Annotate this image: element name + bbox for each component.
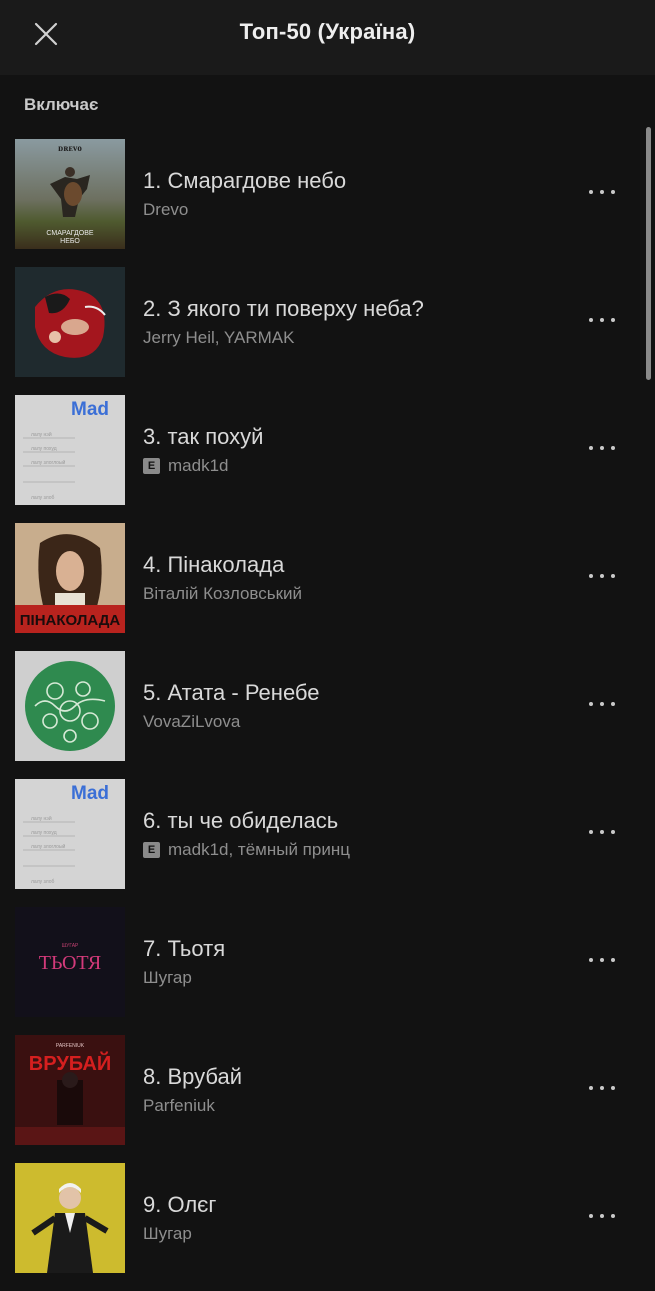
track-artist: Emadk1d, тёмный принц <box>143 840 585 860</box>
track-row[interactable]: 2. З якого ти поверху неба? Jerry Heil, … <box>0 267 655 377</box>
track-row[interactable]: PARFENIUK ВРУБАЙ 8. Врубай Parfeniuk <box>0 1035 655 1145</box>
svg-text:НЕБО: НЕБО <box>60 238 80 245</box>
track-artist: Шугар <box>143 1224 192 1243</box>
more-options-button[interactable] <box>589 307 615 333</box>
track-artist: Віталій Козловський <box>143 584 303 603</box>
more-options-button[interactable] <box>589 1075 615 1101</box>
album-cover: PARFENIUK ВРУБАЙ <box>15 1035 125 1145</box>
svg-text:лалу похуд: лалу похуд <box>31 830 57 836</box>
track-list: ᴅʀᴇᴠᴏ СМАРАГДОВЕ НЕБО 1. Смарагдове небо… <box>0 139 655 1291</box>
dot-icon <box>589 190 593 194</box>
svg-text:лалу нэй: лалу нэй <box>31 815 52 822</box>
track-title: 1. Смарагдове небо <box>143 168 347 193</box>
track-title: 9. Олєг <box>143 1192 217 1217</box>
more-options-button[interactable] <box>589 819 615 845</box>
svg-text:лалу злоб: лалу злоб <box>31 879 54 885</box>
svg-text:лалу нэй: лалу нэй <box>31 431 52 438</box>
top-bar: Топ-50 (Україна) <box>0 0 655 75</box>
track-title: 5. Атата - Ренебе <box>143 680 320 705</box>
album-cover: ШУГАР ТЬОТЯ <box>15 907 125 1017</box>
track-row[interactable]: ПІНАКОЛАДА 4. Пінаколада Віталій Козловс… <box>0 523 655 633</box>
page-title: Топ-50 (Україна) <box>239 19 416 44</box>
explicit-badge: E <box>143 842 160 858</box>
album-cover: ᴅʀᴇᴠᴏ СМАРАГДОВЕ НЕБО <box>15 139 125 249</box>
svg-text:ШУГАР: ШУГАР <box>62 943 79 949</box>
album-cover <box>15 651 125 761</box>
track-artist: Drevo <box>143 200 189 219</box>
track-artist: Шугар <box>143 968 192 987</box>
explicit-badge: E <box>143 458 160 474</box>
svg-text:ᴅʀᴇᴠᴏ: ᴅʀᴇᴠᴏ <box>58 143 82 153</box>
more-options-button[interactable] <box>589 179 615 205</box>
svg-text:лалу злоб: лалу злоб <box>31 495 54 501</box>
svg-text:PARFENIUK: PARFENIUK <box>56 1043 85 1049</box>
more-options-button[interactable] <box>589 947 615 973</box>
track-artist: VovaZiLvova <box>143 712 241 731</box>
svg-text:лалу похуд: лалу похуд <box>31 446 57 452</box>
svg-text:ВРУБАЙ: ВРУБАЙ <box>29 1051 111 1075</box>
track-title: 4. Пінаколада <box>143 552 285 577</box>
track-row[interactable]: ᴅʀᴇᴠᴏ СМАРАГДОВЕ НЕБО 1. Смарагдове небо… <box>0 139 655 249</box>
track-row[interactable]: Mad лалу нэй лалу похуд лалу злоглоый лалу… <box>0 779 655 889</box>
track-artist: Jerry Heil, YARMAK <box>143 328 295 347</box>
svg-text:лалу злоглоый: лалу злоглоый <box>31 459 66 466</box>
track-title: 6. ты че обиделась <box>143 808 339 833</box>
album-cover: ПІНАКОЛАДА <box>15 523 125 633</box>
track-row[interactable]: 5. Атата - Ренебе VovaZiLvova <box>0 651 655 761</box>
svg-text:Mad: Mad <box>71 783 109 804</box>
more-options-button[interactable] <box>589 435 615 461</box>
svg-text:Mad: Mad <box>71 399 109 420</box>
album-cover: Mad лалу нэй лалу похуд лалу злоглоый лалу… <box>15 395 125 505</box>
track-row[interactable]: ШУГАР ТЬОТЯ 7. Тьотя Шугар <box>0 907 655 1017</box>
album-cover <box>15 267 125 377</box>
svg-text:лалу злоглоый: лалу злоглоый <box>31 843 66 850</box>
track-artist: Emadk1d <box>143 456 585 476</box>
track-row[interactable]: Mad лалу нэй лалу похуд лалу злоглоый лалу… <box>0 395 655 505</box>
more-options-button[interactable] <box>589 1203 615 1229</box>
album-cover <box>15 1163 125 1273</box>
svg-text:СМАРАГДОВЕ: СМАРАГДОВЕ <box>46 230 94 237</box>
more-options-button[interactable] <box>589 691 615 717</box>
track-row[interactable]: 9. Олєг Шугар <box>0 1163 655 1273</box>
track-title: 7. Тьотя <box>143 936 226 961</box>
section-label: Включає <box>24 95 99 114</box>
track-title: 3. так похуй <box>143 424 264 449</box>
svg-text:ТЬОТЯ: ТЬОТЯ <box>39 952 101 974</box>
track-title: 2. З якого ти поверху неба? <box>143 296 424 321</box>
scrollbar[interactable] <box>646 127 651 380</box>
more-options-button[interactable] <box>589 563 615 589</box>
album-cover: Mad лалу нэй лалу похуд лалу злоглоый лалу… <box>15 779 125 889</box>
svg-text:ПІНАКОЛАДА: ПІНАКОЛАДА <box>20 612 121 629</box>
track-artist: Parfeniuk <box>143 1096 215 1115</box>
track-title: 8. Врубай <box>143 1064 242 1089</box>
